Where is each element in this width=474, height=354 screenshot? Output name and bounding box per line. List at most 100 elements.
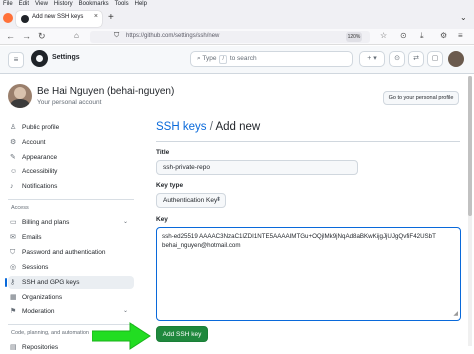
sidebar-item-label: Moderation bbox=[22, 308, 55, 315]
inbox-icon[interactable]: ▢ bbox=[427, 51, 443, 67]
sidebar-item-label: Notifications bbox=[22, 183, 58, 190]
sidebar-item-notifications[interactable]: ♪ Notifications bbox=[8, 180, 134, 193]
sidebar-item-organizations[interactable]: ▦ Organizations bbox=[8, 291, 134, 304]
page-scrollbar[interactable] bbox=[468, 76, 472, 346]
search-placeholder-post: to search bbox=[229, 55, 257, 62]
sidebar-item-accessibility[interactable]: ☺ Accessibility bbox=[8, 165, 134, 178]
resize-grip-icon[interactable]: ◢ bbox=[453, 310, 458, 319]
tab-close-icon[interactable]: × bbox=[94, 13, 98, 20]
green-arrow-annotation-icon bbox=[92, 322, 151, 350]
pocket-icon[interactable]: ⊙ bbox=[400, 31, 407, 40]
key-type-label: Key type bbox=[156, 182, 184, 189]
menu-bookmarks[interactable]: Bookmarks bbox=[79, 1, 109, 7]
key-label: Key bbox=[156, 216, 168, 223]
organization-icon: ▦ bbox=[10, 294, 17, 301]
scrollbar-thumb[interactable] bbox=[468, 76, 472, 216]
downloads-icon[interactable]: ⤓ bbox=[420, 31, 424, 41]
sidebar-item-label: Appearance bbox=[22, 154, 58, 161]
sidebar-item-label: Password and authentication bbox=[22, 249, 106, 256]
key-icon: ⚷ bbox=[10, 279, 16, 286]
home-icon[interactable]: ⌂ bbox=[74, 31, 79, 40]
menu-file[interactable]: File bbox=[3, 1, 13, 7]
menu-help[interactable]: Help bbox=[135, 1, 147, 7]
key-text-line-2: behai_nguyen@hotmail.com bbox=[162, 242, 241, 249]
app-menu-icon[interactable]: ≡ bbox=[458, 31, 463, 40]
zoom-badge[interactable]: 120% bbox=[346, 32, 362, 42]
browser-navbar: ← → ↻ ⌂ ⛉ https://github.com/settings/ss… bbox=[0, 29, 474, 45]
new-tab-button[interactable]: + bbox=[108, 12, 114, 23]
sidebar-item-ssh-gpg-keys[interactable]: ⚷ SSH and GPG keys bbox=[5, 276, 134, 289]
sidebar-item-account[interactable]: ⚙ Account bbox=[8, 136, 134, 149]
sidebar-item-label: Sessions bbox=[22, 264, 49, 271]
person-icon: ♙ bbox=[10, 124, 17, 131]
list-all-tabs-icon[interactable]: ⌄ bbox=[460, 13, 467, 22]
sidebar-item-label: Account bbox=[22, 139, 46, 146]
chevron-down-icon: ⬍ bbox=[215, 197, 221, 203]
bookmark-star-icon[interactable]: ☆ bbox=[380, 31, 387, 40]
key-type-value: Authentication Key bbox=[163, 197, 218, 204]
sidebar-item-appearance[interactable]: ✎ Appearance bbox=[8, 151, 134, 164]
title-input[interactable]: ssh-private-repo bbox=[156, 160, 358, 175]
forward-icon[interactable]: → bbox=[22, 31, 31, 41]
menu-edit[interactable]: Edit bbox=[19, 1, 29, 7]
sidebar-item-label: Public profile bbox=[22, 124, 60, 131]
firefox-view-icon[interactable] bbox=[3, 13, 13, 23]
extensions-icon[interactable]: ⚙ bbox=[440, 31, 447, 40]
github-logo-icon[interactable] bbox=[31, 50, 48, 67]
search-shortcut-key: / bbox=[219, 55, 227, 64]
tab-title: Add new SSH keys bbox=[32, 14, 84, 20]
add-ssh-key-button[interactable]: Add SSH key bbox=[156, 326, 208, 342]
repo-icon: ▤ bbox=[10, 344, 17, 351]
search-input[interactable]: ⌕ Type / to search bbox=[190, 51, 353, 67]
url-bar[interactable]: ⛉ https://github.com/settings/ssh/new 12… bbox=[90, 31, 370, 43]
sidebar-item-label: Emails bbox=[22, 234, 42, 241]
mail-icon: ✉ bbox=[10, 234, 16, 241]
browser-tab[interactable]: Add new SSH keys × bbox=[16, 11, 102, 27]
broadcast-icon: ◎ bbox=[10, 264, 17, 271]
menu-history[interactable]: History bbox=[54, 1, 73, 7]
go-to-profile-button[interactable]: Go to your personal profile bbox=[383, 91, 459, 105]
breadcrumb-separator: / bbox=[209, 121, 213, 133]
accessibility-icon: ☺ bbox=[10, 168, 18, 175]
sidebar-item-sessions[interactable]: ◎ Sessions bbox=[8, 261, 134, 274]
hamburger-menu-icon[interactable]: ≡ bbox=[8, 52, 24, 68]
breadcrumb: SSH keys / Add new bbox=[156, 121, 260, 133]
back-icon[interactable]: ← bbox=[6, 31, 15, 41]
sidebar-item-password[interactable]: ⛉ Password and authentication bbox=[8, 246, 134, 259]
sidebar-item-moderation[interactable]: ⚑ Moderation ⌄ bbox=[8, 305, 134, 318]
paintbrush-icon: ✎ bbox=[10, 154, 16, 161]
search-placeholder-pre: Type bbox=[202, 55, 217, 62]
github-favicon-icon bbox=[21, 15, 29, 23]
breadcrumb-current: Add new bbox=[215, 121, 261, 133]
github-header: ≡ Settings ⌕ Type / to search + ▾ ⊙ ⇄ ▢ bbox=[0, 46, 474, 74]
url-text[interactable]: https://github.com/settings/ssh/new bbox=[126, 33, 219, 39]
page-context-title[interactable]: Settings bbox=[52, 54, 80, 61]
sidebar-item-label: Accessibility bbox=[22, 168, 58, 175]
reload-icon[interactable]: ↻ bbox=[38, 31, 46, 42]
sidebar-item-label: Billing and plans bbox=[22, 219, 70, 226]
sidebar-item-public-profile[interactable]: ♙ Public profile bbox=[8, 121, 134, 134]
shield-lock-icon: ⛉ bbox=[10, 249, 16, 256]
gear-icon: ⚙ bbox=[10, 139, 17, 146]
menu-tools[interactable]: Tools bbox=[115, 1, 129, 7]
key-type-select[interactable]: Authentication Key ⬍ bbox=[156, 193, 226, 208]
key-textarea[interactable]: ssh-ed25519 AAAAC3NzaC1lZDI1NTE5AAAAIMTG… bbox=[156, 227, 461, 321]
user-subtitle: Your personal account bbox=[37, 99, 102, 106]
chevron-down-icon: ⌄ bbox=[122, 219, 128, 225]
user-name: Be Hai Nguyen (behai-nguyen) bbox=[37, 86, 175, 97]
sidebar-item-label: Repositories bbox=[22, 344, 59, 351]
sidebar-item-label: SSH and GPG keys bbox=[22, 279, 80, 286]
user-avatar bbox=[8, 84, 32, 108]
key-text-line-1: ssh-ed25519 AAAAC3NzaC1lZDI1NTE5AAAAIMTG… bbox=[162, 233, 436, 240]
sidebar-item-billing[interactable]: ▭ Billing and plans ⌄ bbox=[8, 216, 134, 229]
shield-icon[interactable]: ⛉ bbox=[114, 32, 119, 40]
create-new-button[interactable]: + ▾ bbox=[359, 51, 385, 67]
sidebar-item-emails[interactable]: ✉ Emails bbox=[8, 231, 134, 244]
avatar[interactable] bbox=[448, 51, 464, 67]
breadcrumb-ssh-keys-link[interactable]: SSH keys bbox=[156, 121, 207, 133]
title-divider bbox=[156, 141, 460, 142]
title-label: Title bbox=[156, 149, 170, 156]
issues-icon[interactable]: ⊙ bbox=[389, 51, 405, 67]
menu-view[interactable]: View bbox=[35, 1, 48, 7]
pull-requests-icon[interactable]: ⇄ bbox=[408, 51, 424, 67]
